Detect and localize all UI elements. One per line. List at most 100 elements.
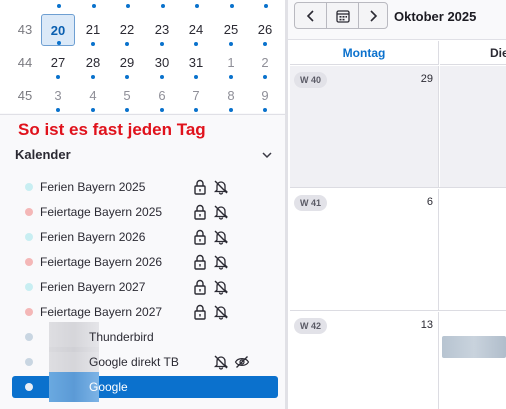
bell-off-icon[interactable] [213, 304, 229, 320]
week-badge[interactable]: W 42 [294, 318, 328, 334]
mini-calendar-week-row: 44 27 28 29 30 31 1 2 [0, 47, 285, 80]
lock-icon[interactable] [193, 179, 207, 195]
mini-calendar-day[interactable]: 22 [110, 14, 144, 46]
mini-calendar: 43 20 21 22 23 24 25 26 44 27 28 29 30 31 1 2 45 3 4 5 6 7 8 9 [0, 0, 285, 113]
event-dot [229, 75, 233, 79]
next-button[interactable] [358, 2, 388, 29]
day-label: 9 [261, 88, 269, 103]
calendar-item[interactable]: Feiertage Bayern 2026 [12, 251, 278, 273]
mini-calendar-day[interactable]: 1 [214, 47, 248, 79]
annotation-text: So ist es fast jeden Tag [18, 120, 206, 139]
event-dot [161, 4, 165, 8]
calendar-color-dot[interactable] [25, 358, 33, 366]
calendar-color-dot[interactable] [25, 183, 33, 191]
mini-calendar-day[interactable]: 26 [248, 14, 282, 46]
mini-calendar-day[interactable]: 31 [179, 47, 213, 79]
lock-icon[interactable] [193, 204, 207, 220]
calendar-name: Feiertage Bayern 2026 [40, 255, 163, 269]
calendar-name: Feiertage Bayern 2025 [40, 205, 163, 219]
calendar-color-dot[interactable] [25, 308, 33, 316]
day-label: 7 [192, 88, 200, 103]
week-row: W 42 13 [290, 312, 506, 409]
day-number: 29 [420, 73, 433, 85]
week-row: W 41 6 [290, 189, 506, 311]
calendar-name: Google direkt TB [89, 355, 179, 369]
bell-off-icon[interactable] [213, 229, 229, 245]
event-dot [125, 75, 129, 79]
calendar-today-icon [335, 9, 350, 23]
calendar-item[interactable]: Google direkt TB [12, 347, 278, 377]
mini-calendar-day[interactable]: 2 [248, 47, 282, 79]
bell-off-icon[interactable] [213, 179, 229, 195]
mini-calendar-day[interactable]: 9 [248, 80, 282, 112]
mini-calendar-day[interactable]: 25 [214, 14, 248, 46]
calendar-item[interactable]: Ferien Bayern 2026 [12, 226, 278, 248]
lock-icon[interactable] [193, 229, 207, 245]
calendar-color-dot[interactable] [25, 233, 33, 241]
previous-button[interactable] [294, 2, 327, 29]
event-dot [160, 42, 164, 46]
lock-icon[interactable] [193, 279, 207, 295]
bell-off-icon[interactable] [213, 354, 229, 370]
calendar-color-dot[interactable] [25, 258, 33, 266]
day-number: 6 [426, 196, 433, 208]
calendar-item[interactable]: Feiertage Bayern 2027 [12, 301, 278, 323]
calendar-item[interactable]: Ferien Bayern 2027 [12, 276, 278, 298]
mini-calendar-day[interactable]: 23 [145, 14, 179, 46]
mini-calendar-day[interactable]: 6 [145, 80, 179, 112]
calendar-color-dot[interactable] [25, 333, 33, 341]
day-label: 1 [227, 55, 235, 70]
week-row: W 40 29 [290, 66, 506, 188]
calendar-color-dot[interactable] [25, 283, 33, 291]
calendar-color-dot[interactable] [25, 208, 33, 216]
day-cell[interactable] [440, 66, 506, 187]
day-cell[interactable]: W 42 13 [290, 312, 439, 409]
bell-off-icon[interactable] [213, 254, 229, 270]
mini-calendar-day[interactable]: 8 [214, 80, 248, 112]
mini-calendar-day[interactable]: 21 [76, 14, 110, 46]
day-cell[interactable] [440, 189, 506, 310]
day-cell[interactable] [440, 312, 506, 409]
eye-off-icon[interactable] [234, 354, 250, 370]
day-cell[interactable]: W 40 29 [290, 66, 439, 187]
mini-calendar-day[interactable]: 27 [41, 47, 75, 79]
chevron-left-icon [306, 9, 314, 22]
event-dot [57, 41, 61, 45]
mini-calendar-day[interactable]: 7 [179, 80, 213, 112]
calendar-item[interactable]: Thunderbird [12, 322, 278, 352]
event-dot [195, 4, 199, 8]
bell-off-icon[interactable] [213, 204, 229, 220]
bell-off-icon[interactable] [213, 279, 229, 295]
day-label: 28 [85, 55, 101, 70]
event-item[interactable] [442, 336, 506, 358]
calendar-item[interactable]: Google [12, 372, 278, 402]
week-badge[interactable]: W 41 [294, 195, 328, 211]
calendar-item[interactable]: Ferien Bayern 2025 [12, 176, 278, 198]
lock-icon[interactable] [193, 304, 207, 320]
week-number: 43 [17, 22, 33, 37]
mini-calendar-day[interactable]: 5 [110, 80, 144, 112]
calendar-name: Ferien Bayern 2026 [40, 230, 146, 244]
today-button[interactable] [326, 2, 359, 29]
day-label: 20 [50, 23, 66, 38]
week-badge[interactable]: W 40 [294, 72, 328, 88]
mini-calendar-day[interactable]: 28 [76, 47, 110, 79]
calendar-list-header[interactable]: Kalender [15, 146, 277, 166]
calendar-name: Ferien Bayern 2025 [40, 180, 146, 194]
mini-calendar-today[interactable]: 20 [41, 14, 75, 46]
mini-calendar-day[interactable]: 30 [145, 47, 179, 79]
calendar-item[interactable]: Feiertage Bayern 2025 [12, 201, 278, 223]
day-cell[interactable]: W 41 6 [290, 189, 439, 310]
mini-calendar-day[interactable]: 24 [179, 14, 213, 46]
mini-calendar-day[interactable]: 29 [110, 47, 144, 79]
calendar-color-dot[interactable] [25, 383, 33, 391]
lock-icon[interactable] [193, 254, 207, 270]
calendar-sidebar: 43 20 21 22 23 24 25 26 44 27 28 29 30 31 1 2 45 3 4 5 6 7 8 9 … [0, 0, 285, 409]
calendar-name: Ferien Bayern 2027 [40, 280, 146, 294]
chevron-down-icon[interactable] [261, 149, 273, 161]
event-dot [57, 4, 61, 8]
mini-calendar-day[interactable]: 3 [41, 80, 75, 112]
mini-calendar-day[interactable]: 4 [76, 80, 110, 112]
event-dot [91, 75, 95, 79]
event-dot [194, 75, 198, 79]
